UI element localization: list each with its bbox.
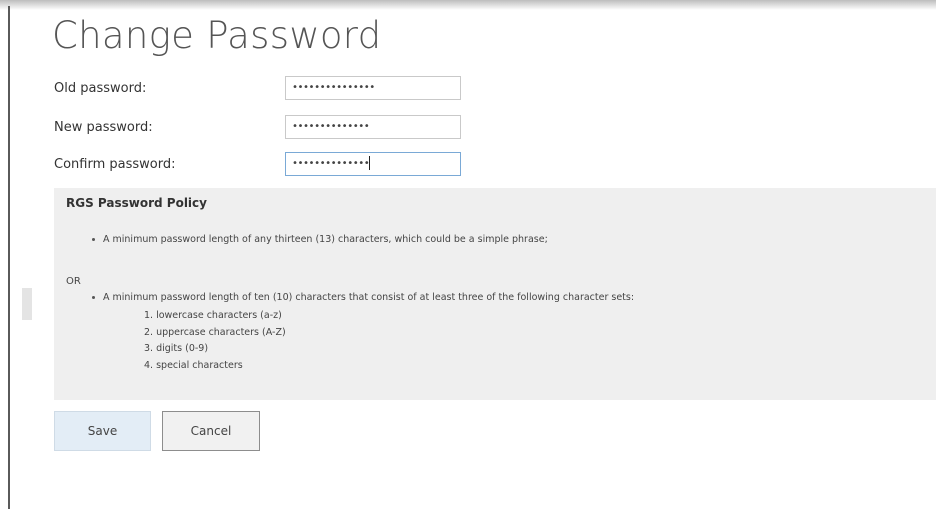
policy-rule-2: A minimum password length of ten (10) ch… (92, 292, 634, 303)
old-password-value: ••••••••••••••• (292, 82, 375, 93)
charset-item: 2. uppercase characters (A-Z) (144, 327, 286, 338)
charset-item: 3. digits (0-9) (144, 343, 209, 354)
confirm-password-label: Confirm password: (54, 157, 176, 172)
policy-heading: RGS Password Policy (66, 196, 207, 210)
old-password-label: Old password: (54, 81, 147, 96)
left-side-tab (22, 288, 32, 320)
page-title: Change Password (52, 14, 382, 57)
confirm-password-value: •••••••••••••• (292, 158, 370, 169)
cancel-button-label: Cancel (190, 424, 232, 438)
confirm-password-field[interactable]: •••••••••••••• (285, 152, 461, 176)
policy-or: OR (66, 276, 81, 287)
old-password-field[interactable]: ••••••••••••••• (285, 76, 461, 100)
save-button-label: Save (87, 424, 118, 438)
left-border (8, 6, 10, 509)
bullet-icon (92, 238, 95, 241)
cancel-button[interactable]: Cancel (162, 411, 260, 451)
charset-item: 4. special characters (144, 360, 243, 371)
save-button[interactable]: Save (54, 411, 151, 451)
password-policy-panel: RGS Password Policy A minimum password l… (54, 188, 936, 400)
top-shadow (0, 0, 936, 10)
change-password-window: Change Password Old password: ••••••••••… (0, 0, 936, 509)
charset-item: 1. lowercase characters (a-z) (144, 310, 282, 321)
policy-rule-1-text: A minimum password length of any thirtee… (103, 234, 548, 245)
bullet-icon (92, 296, 95, 299)
new-password-label: New password: (54, 120, 153, 135)
text-caret (369, 156, 371, 170)
new-password-value: •••••••••••••• (292, 121, 370, 132)
new-password-field[interactable]: •••••••••••••• (285, 115, 461, 139)
policy-rule-2-text: A minimum password length of ten (10) ch… (103, 292, 635, 303)
policy-rule-1: A minimum password length of any thirtee… (92, 234, 548, 245)
